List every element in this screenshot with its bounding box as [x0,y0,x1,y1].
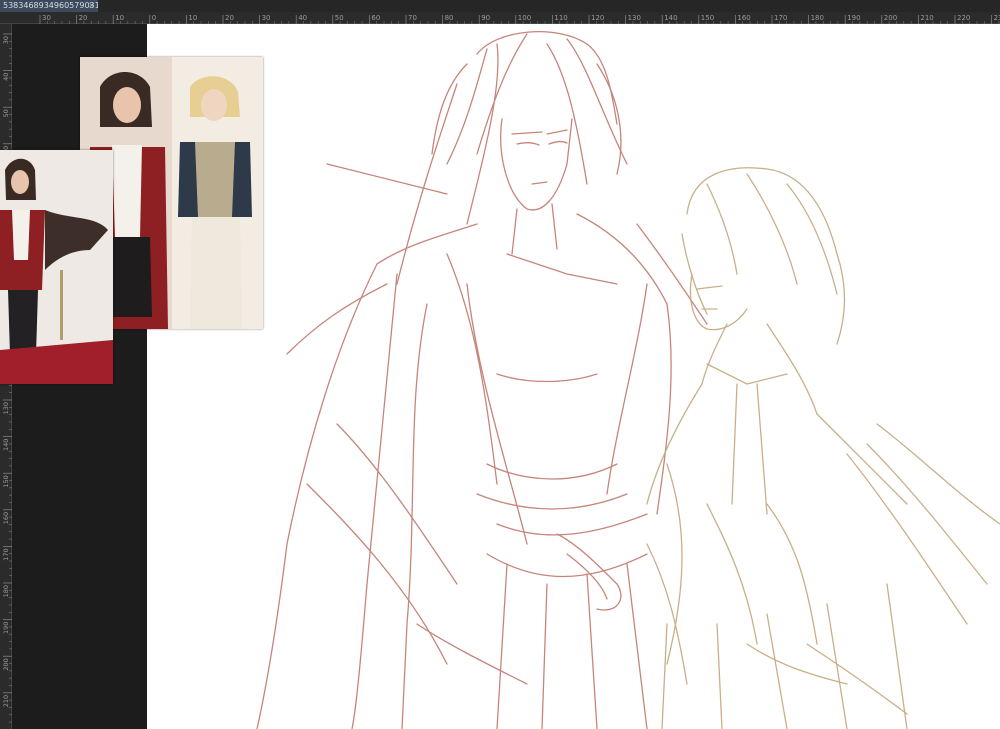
ruler-label: 230 [994,14,1000,22]
sketch-artwork [256,31,1000,729]
ruler-label: 40 [2,73,10,81]
ruler-label: 10 [188,14,197,22]
ruler-label: 20 [225,14,234,22]
ruler-label: 10 [115,14,124,22]
ruler-label: 50 [2,109,10,117]
ruler-label: 190 [2,622,10,634]
ruler-label: 200 [884,14,897,22]
ruler-label: 80 [445,14,454,22]
ruler-label: 180 [2,585,10,597]
ruler-label: 150 [2,475,10,487]
ruler-label: 160 [2,512,10,524]
reference-full-body[interactable] [0,150,113,384]
ruler-label: 170 [2,548,10,560]
document-tab-bar: 5383468934960579031 ✕ [0,0,1000,12]
ruler-label: 210 [2,695,10,707]
horizontal-ruler-ticks: 30 20 10 0 10 20 30 40 50 60 70 80 90 100 110 120 130 140… [39,14,1000,24]
ruler-label: 150 [701,14,714,22]
ruler-label: 30 [42,14,51,22]
ruler-label: 30 [262,14,271,22]
document-tab[interactable]: 5383468934960579031 ✕ [0,0,98,12]
ruler-label: 50 [335,14,344,22]
sketch-left-character [256,31,708,729]
drawing-canvas[interactable] [147,24,1000,729]
ruler-label: 120 [591,14,604,22]
horizontal-ruler[interactable]: 30 20 10 0 10 20 30 40 50 60 70 80 90 100 110 120 130 140… [0,12,1000,24]
ruler-label: 110 [554,14,567,22]
image-icon [0,150,113,384]
ruler-label: 60 [371,14,380,22]
ruler-label: 140 [2,439,10,451]
ruler-label: 130 [2,402,10,414]
ruler-label: 140 [664,14,677,22]
ruler-label: 170 [774,14,787,22]
ruler-label: 220 [957,14,970,22]
ruler-label: 190 [847,14,860,22]
ruler-label: 20 [79,14,88,22]
ruler-label: 0 [152,14,156,22]
ruler-label: 90 [481,14,490,22]
sketch-right-character [646,167,1000,729]
ruler-label: 30 [2,36,10,44]
ruler-label: 40 [298,14,307,22]
ruler-label: 70 [408,14,417,22]
ruler-label: 200 [2,658,10,670]
ruler-label: 180 [811,14,824,22]
ruler-label: 100 [518,14,531,22]
ruler-label: 160 [737,14,750,22]
ruler-label: 130 [628,14,641,22]
document-tab-title: 5383468934960579031 [3,1,98,10]
close-icon[interactable]: ✕ [88,0,95,12]
ruler-label: 210 [920,14,933,22]
